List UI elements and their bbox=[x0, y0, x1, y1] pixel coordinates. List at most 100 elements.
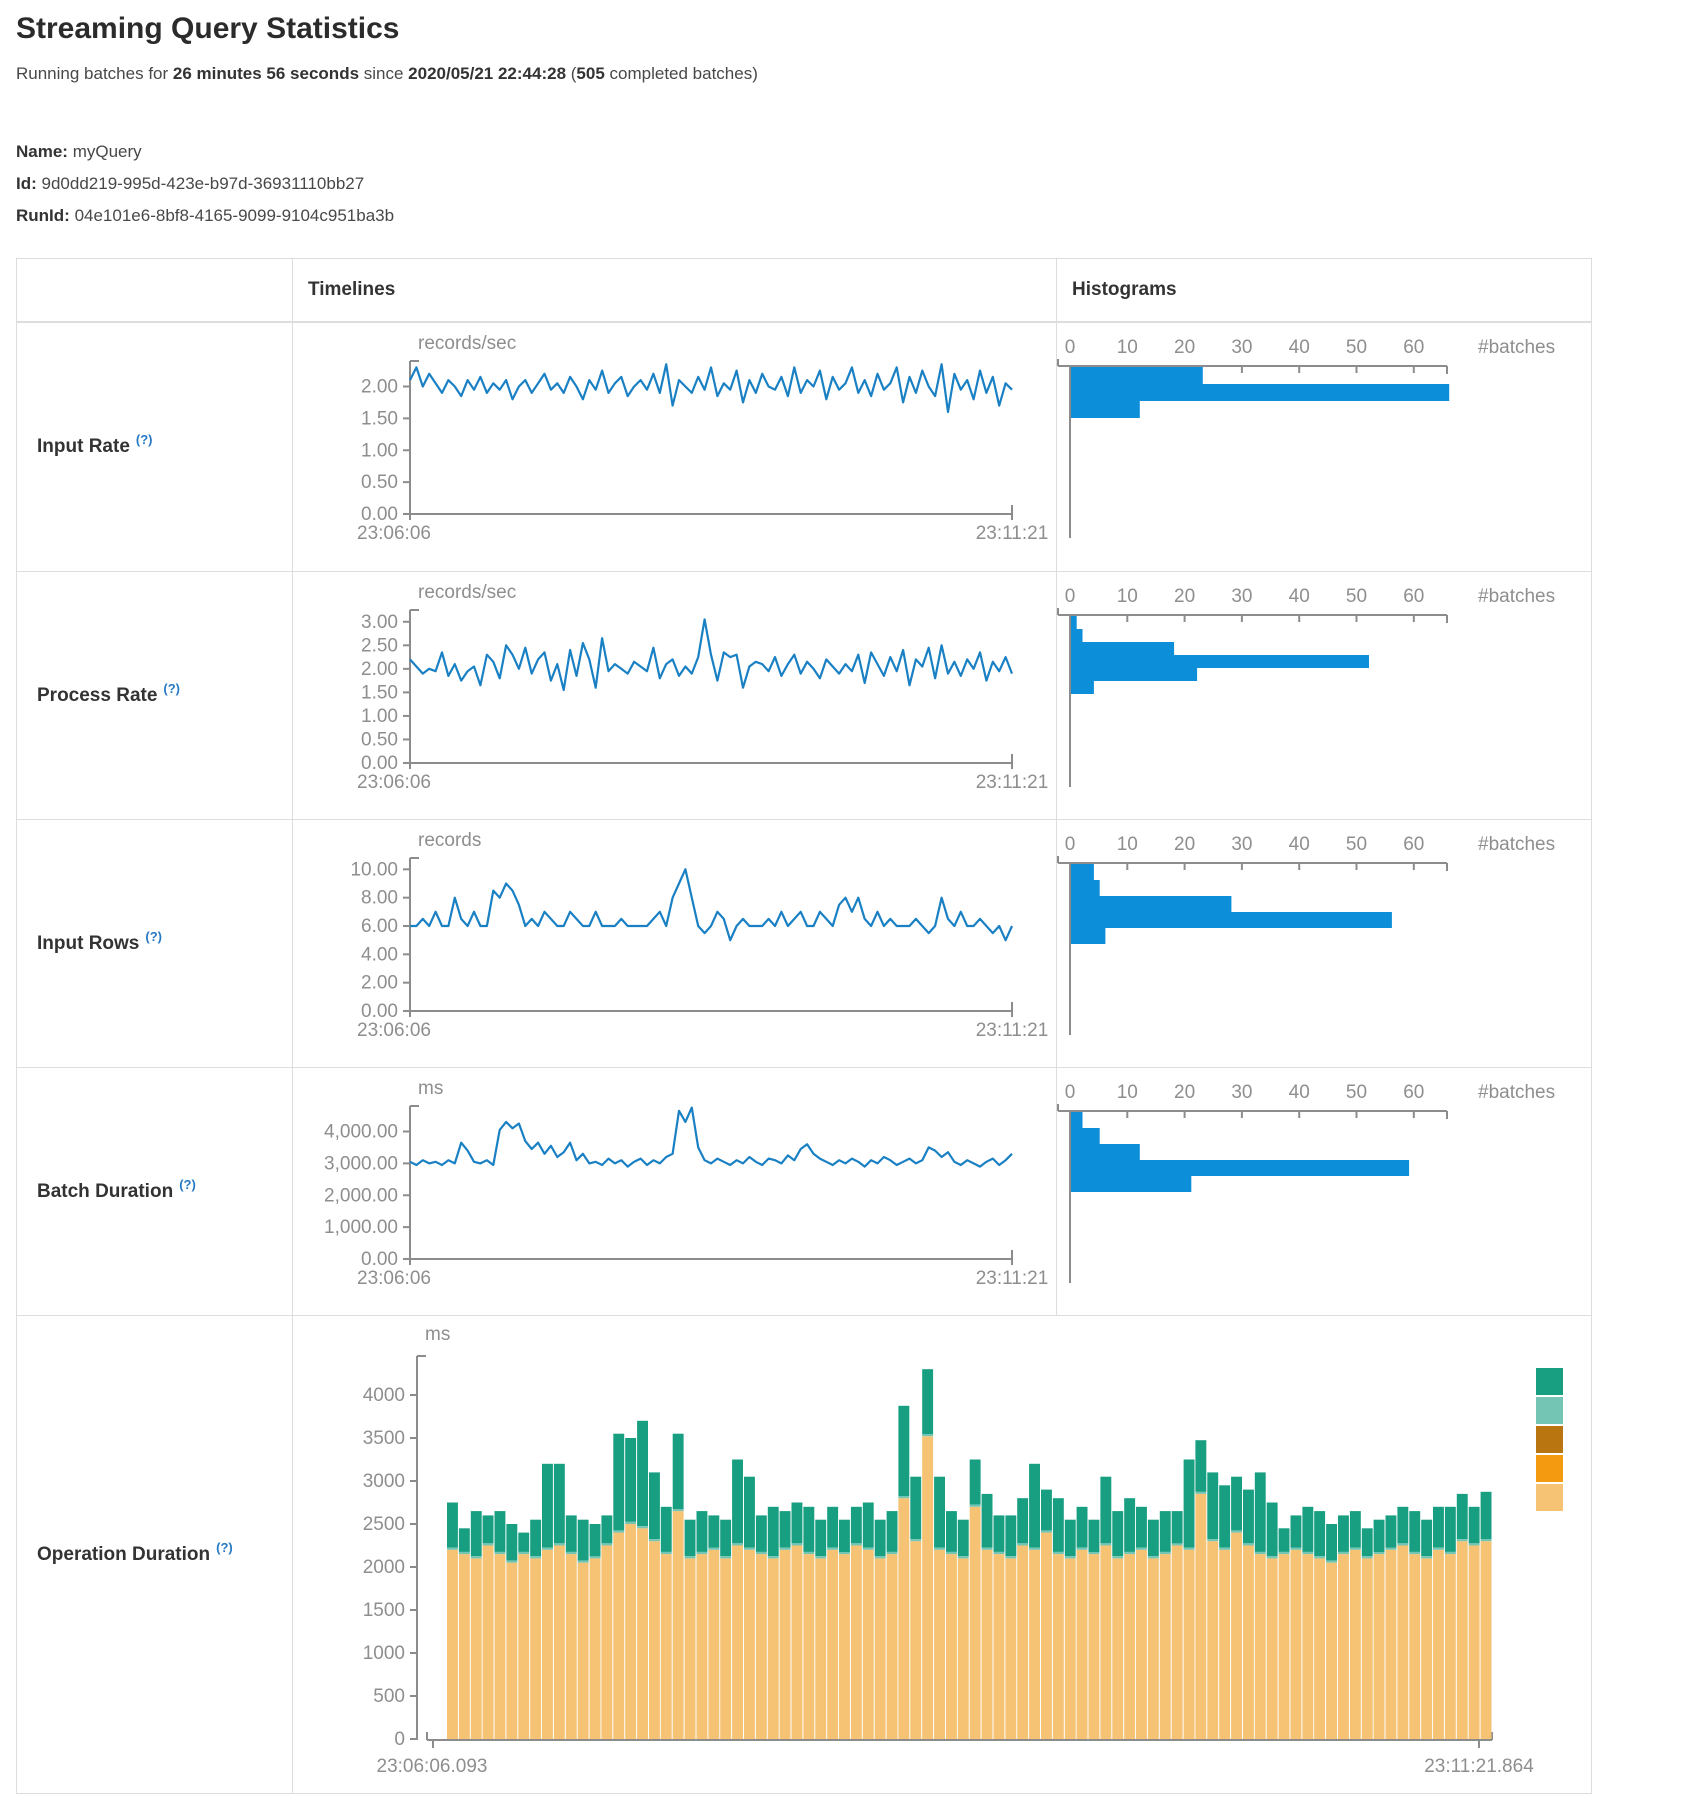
query-name-line: Name: myQuery bbox=[16, 136, 394, 168]
stacked-bar-segment bbox=[518, 1533, 529, 1552]
stacked-bar-segment bbox=[1100, 1477, 1111, 1544]
input-rows-help-icon[interactable]: (?) bbox=[145, 929, 162, 944]
svg-text:23:06:06: 23:06:06 bbox=[357, 1268, 431, 1289]
stacked-bar-segment bbox=[851, 1543, 862, 1545]
stacked-bar-segment bbox=[732, 1543, 743, 1545]
stacked-bar-segment bbox=[863, 1548, 874, 1550]
svg-text:60: 60 bbox=[1403, 1082, 1424, 1103]
stacked-bar-segment bbox=[1124, 1498, 1135, 1552]
operation-duration-help-icon[interactable]: (?) bbox=[216, 1540, 233, 1555]
batch-duration-help-icon[interactable]: (?) bbox=[179, 1177, 196, 1192]
stacked-bar-segment bbox=[447, 1548, 458, 1550]
stacked-bar-segment bbox=[839, 1554, 850, 1739]
stacked-bar-segment bbox=[1077, 1550, 1088, 1739]
summary-paren: ( bbox=[566, 64, 576, 83]
stacked-bar-segment bbox=[887, 1552, 898, 1554]
stacked-bar-segment bbox=[649, 1472, 660, 1539]
stacked-bar-segment bbox=[530, 1558, 541, 1739]
stacked-bar-segment bbox=[1326, 1563, 1337, 1739]
operation-duration-label: Operation Duration bbox=[37, 1544, 210, 1565]
stacked-bar-segment bbox=[613, 1531, 624, 1533]
stacked-bar-segment bbox=[946, 1554, 957, 1739]
operation-duration-stacked-chart: ms4000350030002500200015001000500023:06:… bbox=[293, 1316, 1590, 1792]
stacked-bar-segment bbox=[1481, 1541, 1492, 1739]
stacked-bar-segment bbox=[649, 1541, 660, 1739]
svg-text:3500: 3500 bbox=[363, 1428, 405, 1449]
svg-text:60: 60 bbox=[1403, 834, 1424, 855]
svg-text:10: 10 bbox=[1117, 337, 1138, 358]
stacked-bar-segment bbox=[910, 1539, 921, 1541]
summary-start-time: 2020/05/21 22:44:28 bbox=[408, 64, 566, 83]
stacked-bar-segment bbox=[495, 1554, 506, 1739]
svg-text:10: 10 bbox=[1117, 586, 1138, 607]
stacked-bar-segment bbox=[1231, 1533, 1242, 1739]
stacked-bar-segment bbox=[1362, 1528, 1373, 1556]
stacked-bar-segment bbox=[1160, 1511, 1171, 1552]
svg-text:23:11:21.864: 23:11:21.864 bbox=[1424, 1756, 1534, 1777]
stacked-bar-segment bbox=[792, 1546, 803, 1740]
stacked-bar-segment bbox=[827, 1550, 838, 1739]
stacked-bar-segment bbox=[1065, 1556, 1076, 1558]
stacked-bar-segment bbox=[1053, 1498, 1064, 1552]
svg-text:3000: 3000 bbox=[363, 1471, 405, 1492]
svg-text:records/sec: records/sec bbox=[418, 582, 516, 603]
stacked-bar-segment bbox=[994, 1552, 1005, 1554]
stacked-bar-segment bbox=[1362, 1556, 1373, 1558]
svg-text:2.50: 2.50 bbox=[361, 635, 398, 656]
svg-text:0: 0 bbox=[1065, 834, 1076, 855]
stacked-bar-segment bbox=[1469, 1546, 1480, 1740]
stacked-bar-segment bbox=[863, 1503, 874, 1548]
stacked-bar-segment bbox=[1433, 1548, 1444, 1550]
stacked-bar-segment bbox=[1184, 1460, 1195, 1548]
stacked-bar-segment bbox=[1041, 1531, 1052, 1533]
histogram-bar bbox=[1071, 1128, 1100, 1144]
svg-text:60: 60 bbox=[1403, 586, 1424, 607]
stacked-bar-segment bbox=[601, 1515, 612, 1543]
summary-suffix: completed batches) bbox=[605, 64, 758, 83]
stacked-bar-segment bbox=[1089, 1520, 1100, 1552]
svg-text:ms: ms bbox=[418, 1078, 443, 1099]
batch-duration-row: Batch Duration(?) ms4,000.003,000.002,00… bbox=[17, 1067, 1591, 1315]
histogram-bar bbox=[1071, 1160, 1409, 1176]
legend-swatch bbox=[1536, 1484, 1563, 1511]
stacked-bar-segment bbox=[756, 1552, 767, 1554]
stacked-bar-segment bbox=[1029, 1464, 1040, 1548]
svg-text:0.00: 0.00 bbox=[361, 753, 398, 774]
input-rate-help-icon[interactable]: (?) bbox=[136, 432, 153, 447]
stacked-bar-segment bbox=[1279, 1528, 1290, 1552]
stacked-bar-segment bbox=[1172, 1543, 1183, 1545]
stacked-bar-segment bbox=[1148, 1520, 1159, 1557]
stacked-bar-segment bbox=[590, 1556, 601, 1558]
stacked-bar-segment bbox=[768, 1507, 779, 1556]
stacked-bar-segment bbox=[1243, 1543, 1254, 1545]
stacked-bar-segment bbox=[1053, 1554, 1064, 1739]
svg-text:40: 40 bbox=[1289, 834, 1310, 855]
stacked-bar-segment bbox=[1172, 1546, 1183, 1740]
query-name-label: Name: bbox=[16, 142, 68, 161]
summary-prefix: Running batches for bbox=[16, 64, 173, 83]
stacked-bar-segment bbox=[1077, 1548, 1088, 1550]
stacked-bar-segment bbox=[1243, 1546, 1254, 1740]
stacked-bar-segment bbox=[851, 1546, 862, 1740]
stacked-bar-segment bbox=[601, 1546, 612, 1740]
svg-text:50: 50 bbox=[1346, 1082, 1367, 1103]
process-rate-help-icon[interactable]: (?) bbox=[163, 681, 180, 696]
stacked-bar-segment bbox=[471, 1558, 482, 1739]
stacked-bar-segment bbox=[661, 1507, 672, 1552]
stacked-bar-segment bbox=[1433, 1550, 1444, 1739]
stacked-bar-segment bbox=[780, 1548, 791, 1550]
stacked-bar-segment bbox=[1184, 1550, 1195, 1739]
input-rate-timeline-chart: records/sec2.001.501.000.500.0023:06:062… bbox=[293, 323, 1057, 571]
stacked-bar-segment bbox=[1041, 1533, 1052, 1739]
stacked-bar-segment bbox=[887, 1554, 898, 1739]
stacked-bar-segment bbox=[815, 1558, 826, 1739]
stacked-bar-segment bbox=[1421, 1556, 1432, 1558]
stacked-bar-segment bbox=[637, 1421, 648, 1526]
svg-text:23:06:06: 23:06:06 bbox=[357, 523, 431, 544]
stacked-bar-segment bbox=[1136, 1550, 1147, 1739]
stacked-bar-segment bbox=[910, 1541, 921, 1739]
query-id-value: 9d0dd219-995d-423e-b97d-36931110bb27 bbox=[42, 174, 365, 193]
stacked-bar-segment bbox=[744, 1548, 755, 1550]
stacked-bar-segment bbox=[946, 1552, 957, 1554]
histogram-bar bbox=[1071, 629, 1083, 642]
